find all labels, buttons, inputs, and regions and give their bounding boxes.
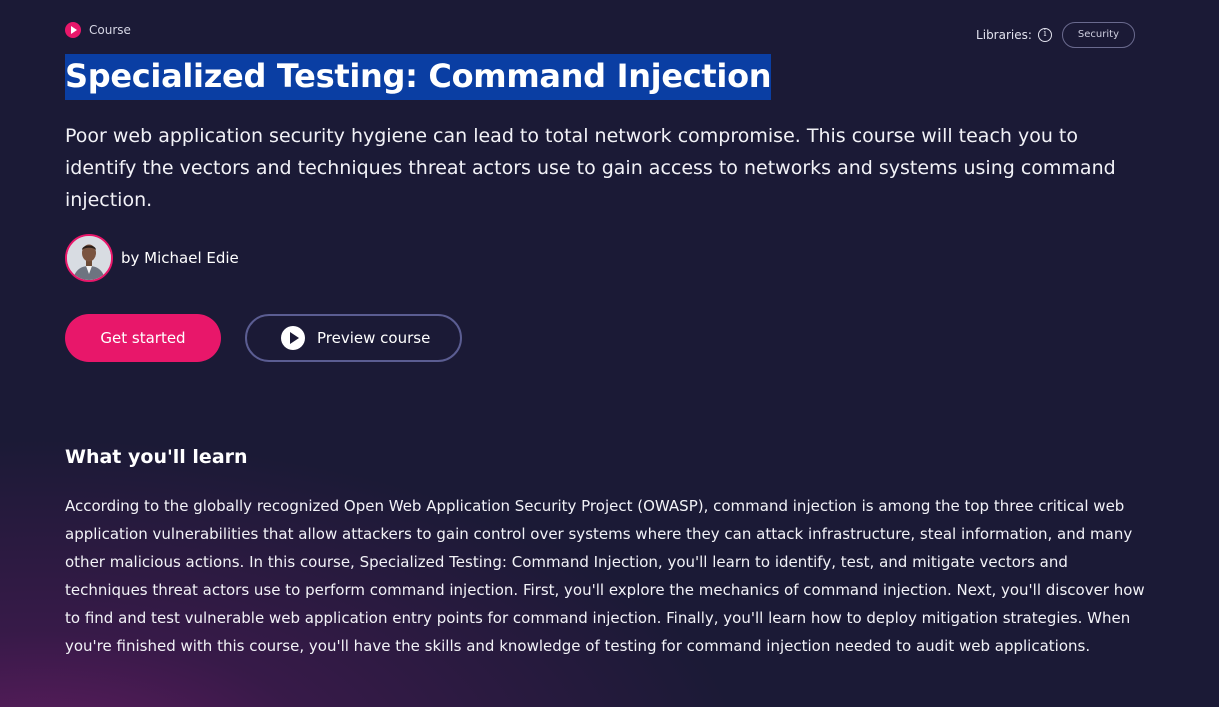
libraries-section: Libraries: i Security	[976, 22, 1135, 48]
library-tag-security[interactable]: Security	[1061, 22, 1135, 48]
author-photo	[67, 236, 111, 280]
course-description: Poor web application security hygiene ca…	[65, 125, 1116, 211]
avatar	[65, 234, 113, 282]
content-type-text: Course	[89, 23, 131, 37]
author-name[interactable]: by Michael Edie	[121, 249, 239, 267]
preview-course-button[interactable]: Preview course	[245, 314, 462, 362]
preview-course-label: Preview course	[317, 329, 431, 347]
play-circle-icon	[65, 22, 81, 38]
section-heading-what-youll-learn: What you'll learn	[65, 446, 248, 468]
libraries-label: Libraries:	[976, 28, 1032, 42]
info-icon[interactable]: i	[1037, 28, 1052, 42]
content-type-label: Course	[65, 22, 131, 38]
play-icon	[281, 326, 305, 350]
get-started-button[interactable]: Get started	[65, 314, 221, 362]
learn-description: According to the globally recognized Ope…	[65, 497, 1145, 655]
page-title: Specialized Testing: Command Injection	[65, 54, 772, 100]
author-info[interactable]: by Michael Edie	[65, 234, 239, 282]
